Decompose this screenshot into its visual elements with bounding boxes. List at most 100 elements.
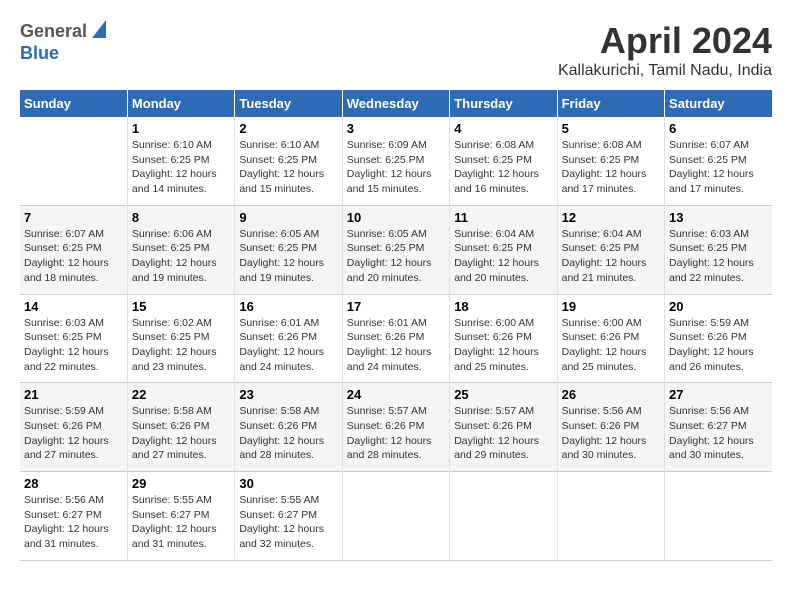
cell-info: Sunrise: 6:05 AM [347, 227, 445, 242]
cell-info: Sunset: 6:25 PM [132, 241, 230, 256]
weekday-header-sunday: Sunday [20, 90, 127, 117]
cell-info: Daylight: 12 hours [669, 434, 768, 449]
cell-info: Sunset: 6:25 PM [239, 241, 337, 256]
cell-info: Daylight: 12 hours [347, 256, 445, 271]
cell-info: Sunrise: 5:59 AM [24, 404, 123, 419]
calendar-cell: 3Sunrise: 6:09 AMSunset: 6:25 PMDaylight… [342, 117, 449, 205]
cell-info: Sunrise: 6:02 AM [132, 316, 230, 331]
cell-info: Daylight: 12 hours [454, 167, 552, 182]
cell-info: and 30 minutes. [669, 448, 768, 463]
calendar-cell: 26Sunrise: 5:56 AMSunset: 6:26 PMDayligh… [557, 383, 664, 472]
cell-info: Daylight: 12 hours [669, 256, 768, 271]
cell-info: Sunset: 6:26 PM [239, 419, 337, 434]
day-number: 7 [24, 210, 123, 225]
cell-info: Daylight: 12 hours [24, 345, 123, 360]
cell-info: and 20 minutes. [347, 271, 445, 286]
cell-info: Sunset: 6:25 PM [347, 153, 445, 168]
day-number: 30 [239, 476, 337, 491]
day-number: 24 [347, 387, 445, 402]
calendar-cell [342, 472, 449, 561]
cell-info: Daylight: 12 hours [347, 345, 445, 360]
day-number: 8 [132, 210, 230, 225]
cell-info: and 18 minutes. [24, 271, 123, 286]
day-number: 15 [132, 299, 230, 314]
cell-info: Sunrise: 6:00 AM [562, 316, 660, 331]
cell-info: Daylight: 12 hours [24, 434, 123, 449]
calendar-cell: 20Sunrise: 5:59 AMSunset: 6:26 PMDayligh… [665, 294, 772, 383]
calendar-cell: 12Sunrise: 6:04 AMSunset: 6:25 PMDayligh… [557, 205, 664, 294]
calendar-cell: 6Sunrise: 6:07 AMSunset: 6:25 PMDaylight… [665, 117, 772, 205]
cell-info: Sunset: 6:26 PM [132, 419, 230, 434]
logo-general-text: General [20, 21, 87, 42]
cell-info: Sunset: 6:27 PM [669, 419, 768, 434]
cell-info: Daylight: 12 hours [562, 167, 660, 182]
cell-info: Sunrise: 6:04 AM [454, 227, 552, 242]
cell-info: Sunset: 6:26 PM [239, 330, 337, 345]
cell-info: Daylight: 12 hours [347, 434, 445, 449]
cell-info: and 30 minutes. [562, 448, 660, 463]
calendar-cell: 13Sunrise: 6:03 AMSunset: 6:25 PMDayligh… [665, 205, 772, 294]
cell-info: Daylight: 12 hours [132, 167, 230, 182]
cell-info: Daylight: 12 hours [239, 522, 337, 537]
calendar-cell: 10Sunrise: 6:05 AMSunset: 6:25 PMDayligh… [342, 205, 449, 294]
cell-info: Daylight: 12 hours [132, 345, 230, 360]
cell-info: Sunset: 6:26 PM [669, 330, 768, 345]
day-number: 20 [669, 299, 768, 314]
calendar-cell [557, 472, 664, 561]
calendar-cell: 1Sunrise: 6:10 AMSunset: 6:25 PMDaylight… [127, 117, 234, 205]
day-number: 2 [239, 121, 337, 136]
calendar-cell: 15Sunrise: 6:02 AMSunset: 6:25 PMDayligh… [127, 294, 234, 383]
cell-info: Sunset: 6:27 PM [24, 508, 123, 523]
cell-info: and 27 minutes. [24, 448, 123, 463]
calendar-cell: 23Sunrise: 5:58 AMSunset: 6:26 PMDayligh… [235, 383, 342, 472]
cell-info: and 32 minutes. [239, 537, 337, 552]
cell-info: Sunset: 6:25 PM [239, 153, 337, 168]
calendar-cell: 9Sunrise: 6:05 AMSunset: 6:25 PMDaylight… [235, 205, 342, 294]
cell-info: Daylight: 12 hours [347, 167, 445, 182]
cell-info: Sunset: 6:25 PM [562, 153, 660, 168]
calendar-cell [450, 472, 557, 561]
cell-info: and 24 minutes. [347, 360, 445, 375]
cell-info: Sunrise: 5:58 AM [132, 404, 230, 419]
cell-info: Sunrise: 5:56 AM [24, 493, 123, 508]
day-number: 25 [454, 387, 552, 402]
cell-info: Sunrise: 6:10 AM [239, 138, 337, 153]
cell-info: and 28 minutes. [347, 448, 445, 463]
day-number: 5 [562, 121, 660, 136]
calendar-cell: 18Sunrise: 6:00 AMSunset: 6:26 PMDayligh… [450, 294, 557, 383]
day-number: 28 [24, 476, 123, 491]
day-number: 29 [132, 476, 230, 491]
day-number: 10 [347, 210, 445, 225]
calendar-cell: 16Sunrise: 6:01 AMSunset: 6:26 PMDayligh… [235, 294, 342, 383]
cell-info: and 25 minutes. [454, 360, 552, 375]
cell-info: and 29 minutes. [454, 448, 552, 463]
calendar-cell: 5Sunrise: 6:08 AMSunset: 6:25 PMDaylight… [557, 117, 664, 205]
cell-info: Daylight: 12 hours [562, 345, 660, 360]
cell-info: Sunrise: 6:00 AM [454, 316, 552, 331]
day-number: 16 [239, 299, 337, 314]
calendar-cell: 4Sunrise: 6:08 AMSunset: 6:25 PMDaylight… [450, 117, 557, 205]
day-number: 17 [347, 299, 445, 314]
cell-info: Daylight: 12 hours [239, 256, 337, 271]
cell-info: and 31 minutes. [24, 537, 123, 552]
day-number: 9 [239, 210, 337, 225]
cell-info: Daylight: 12 hours [669, 345, 768, 360]
weekday-header-saturday: Saturday [665, 90, 772, 117]
cell-info: and 19 minutes. [239, 271, 337, 286]
cell-info: Sunset: 6:25 PM [132, 153, 230, 168]
day-number: 13 [669, 210, 768, 225]
week-row-3: 14Sunrise: 6:03 AMSunset: 6:25 PMDayligh… [20, 294, 772, 383]
cell-info: and 15 minutes. [239, 182, 337, 197]
cell-info: and 16 minutes. [454, 182, 552, 197]
weekday-header-row: SundayMondayTuesdayWednesdayThursdayFrid… [20, 90, 772, 117]
calendar-cell: 14Sunrise: 6:03 AMSunset: 6:25 PMDayligh… [20, 294, 127, 383]
cell-info: Daylight: 12 hours [239, 167, 337, 182]
cell-info: Sunrise: 6:06 AM [132, 227, 230, 242]
calendar-cell: 24Sunrise: 5:57 AMSunset: 6:26 PMDayligh… [342, 383, 449, 472]
cell-info: Sunset: 6:25 PM [562, 241, 660, 256]
cell-info: and 19 minutes. [132, 271, 230, 286]
cell-info: Sunset: 6:25 PM [24, 241, 123, 256]
cell-info: Sunrise: 6:07 AM [669, 138, 768, 153]
cell-info: Sunset: 6:26 PM [562, 419, 660, 434]
cell-info: Sunset: 6:27 PM [239, 508, 337, 523]
